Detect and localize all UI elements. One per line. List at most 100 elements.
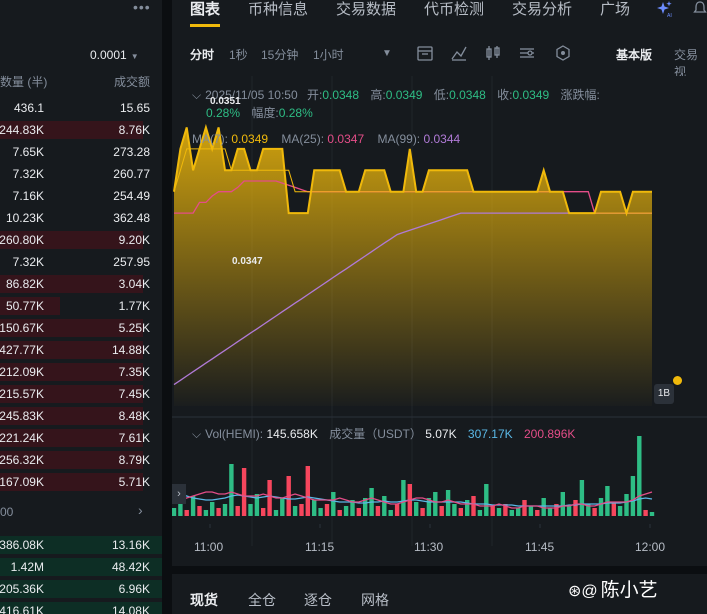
ask-qty: 260.80K: [0, 233, 44, 247]
tab-chart[interactable]: 图表: [190, 0, 220, 19]
ma7-label: MA(7):: [192, 132, 228, 146]
volume-bar: [210, 502, 215, 516]
ask-amount: 5.71K: [118, 475, 150, 489]
tab-cross-margin[interactable]: 全仓: [248, 590, 276, 610]
ask-qty: 150.67K: [0, 321, 44, 335]
panel-collapse-handle[interactable]: ›: [172, 484, 186, 504]
watermark: ⊛@ 陈小艺: [568, 575, 658, 602]
ask-row[interactable]: 260.80K 9.20K: [0, 229, 162, 251]
orderbook-mid-row[interactable]: 00 ›: [0, 500, 162, 524]
ask-row[interactable]: 245.83K 8.48K: [0, 405, 162, 427]
volume-bar: [318, 508, 323, 516]
bid-row[interactable]: 205.36K 6.96K: [0, 578, 162, 600]
bid-list: 386.08K 13.16K 1.42M 48.42K 205.36K 6.96K 416.…: [0, 534, 162, 614]
tab-trade-analysis[interactable]: 交易分析: [512, 0, 572, 19]
calendar-icon[interactable]: [416, 44, 434, 62]
tab-square[interactable]: 广场: [600, 0, 630, 19]
ask-row[interactable]: 221.24K 7.61K: [0, 427, 162, 449]
ask-row[interactable]: 10.23K 362.48: [0, 207, 162, 229]
tab-token-check[interactable]: 代币检测: [424, 0, 484, 19]
interval-more-chevron-icon[interactable]: ▼: [382, 48, 392, 59]
bell-icon[interactable]: [692, 0, 707, 16]
ask-qty: 245.83K: [0, 409, 44, 423]
ask-amount: 257.95: [113, 255, 150, 269]
ask-row[interactable]: 50.77K 1.77K: [0, 295, 162, 317]
tab-coin-info[interactable]: 币种信息: [248, 0, 308, 19]
bid-amount: 13.16K: [111, 538, 150, 552]
change-value: 0.28%: [206, 106, 241, 120]
ask-qty: 7.32K: [12, 255, 44, 269]
ai-sparkle-icon[interactable]: AI: [656, 0, 674, 18]
ask-row[interactable]: 7.32K 257.95: [0, 251, 162, 273]
ask-row[interactable]: 244.83K 8.76K: [0, 119, 162, 141]
candlestick-icon[interactable]: [484, 44, 502, 62]
volume-bar: [433, 492, 438, 516]
interval-timeshare[interactable]: 分时: [190, 46, 214, 63]
tab-isolated-margin[interactable]: 逐仓: [304, 590, 332, 610]
interval-15m[interactable]: 15分钟: [261, 46, 298, 63]
indicator-icon[interactable]: [450, 44, 468, 62]
ask-row[interactable]: 436.1 15.65: [0, 97, 162, 119]
order-book-panel: ••• 0.0001 ▼ 数量 (半) 成交额 436.1 15.65 244.83K…: [0, 0, 162, 614]
tab-spot[interactable]: 现货: [190, 590, 218, 610]
change-label: 涨跌幅:: [560, 88, 600, 102]
ask-row[interactable]: 256.32K 8.79K: [0, 449, 162, 471]
ask-row[interactable]: 427.77K 14.88K: [0, 339, 162, 361]
volume-bar: [471, 496, 476, 516]
bid-row[interactable]: 416.61K 14.08K: [0, 600, 162, 614]
ask-row[interactable]: 167.09K 5.71K: [0, 471, 162, 493]
ask-qty: 7.32K: [12, 167, 44, 181]
volume-bar: [547, 508, 553, 516]
volume-bar: [190, 496, 196, 516]
bid-amount: 6.96K: [118, 582, 150, 596]
close-label: 收:: [497, 88, 513, 102]
trading-view-toggle[interactable]: 交易视: [674, 46, 707, 80]
high-value: 0.0349: [385, 88, 423, 102]
hexagon-icon[interactable]: [554, 44, 572, 62]
open-value: 0.0348: [322, 88, 360, 102]
ask-row[interactable]: 150.67K 5.25K: [0, 317, 162, 339]
volume-bar: [343, 506, 349, 516]
settings-list-icon[interactable]: [518, 44, 536, 62]
volume-bar: [490, 506, 495, 516]
interval-1h[interactable]: 1小时: [313, 46, 344, 63]
volume-bar: [312, 500, 317, 516]
mid-label: 00: [0, 505, 14, 519]
ask-amount: 254.49: [113, 189, 150, 203]
basic-view-toggle[interactable]: 基本版: [616, 46, 652, 63]
tab-trade-data[interactable]: 交易数据: [336, 0, 396, 19]
ask-qty: 436.1: [13, 101, 44, 115]
chart-toolbar: 分时 1秒 15分钟 1小时 ▼ 基本版 交易视: [172, 36, 707, 79]
ask-row[interactable]: 7.65K 273.28: [0, 141, 162, 163]
interval-1s[interactable]: 1秒: [229, 46, 248, 63]
price-chart-area[interactable]: [172, 76, 707, 560]
ask-qty: 86.82K: [5, 277, 44, 291]
bid-row[interactable]: 386.08K 13.16K: [0, 534, 162, 556]
tradingview-logo-icon[interactable]: 1B: [654, 384, 674, 404]
bid-qty: 416.61K: [0, 604, 44, 614]
ask-row[interactable]: 7.32K 260.77: [0, 163, 162, 185]
more-dots-icon[interactable]: •••: [133, 0, 151, 18]
precision-select[interactable]: 0.0001 ▼: [90, 48, 139, 62]
ask-row[interactable]: 212.09K 7.35K: [0, 361, 162, 383]
collapse-chevron-icon[interactable]: ⌵: [192, 427, 201, 441]
ask-row[interactable]: 86.82K 3.04K: [0, 273, 162, 295]
amount-column-header: 成交额: [113, 75, 150, 89]
collapse-chevron-icon[interactable]: ⌵: [192, 88, 201, 102]
ask-qty: 256.32K: [0, 453, 44, 467]
ask-amount: 8.48K: [118, 409, 150, 423]
volume-legend: ⌵ Vol(HEMI): 145.658K 成交量（USDT） 5.07K 307…: [192, 425, 575, 442]
amp-value: 0.28%: [278, 106, 313, 120]
volume-bar: [630, 476, 636, 516]
ask-row[interactable]: 215.57K 7.45K: [0, 383, 162, 405]
volume-bar: [292, 506, 298, 516]
volume-bar: [356, 508, 361, 516]
bid-row[interactable]: 1.42M 48.42K: [0, 556, 162, 578]
volume-bar: [560, 492, 565, 516]
volume-bar: [305, 466, 310, 516]
volume-bar: [484, 484, 489, 516]
ask-row[interactable]: 7.16K 254.49: [0, 185, 162, 207]
tab-grid[interactable]: 网格: [361, 590, 389, 610]
bid-qty: 386.08K: [0, 538, 44, 552]
volume-bar: [477, 510, 483, 516]
